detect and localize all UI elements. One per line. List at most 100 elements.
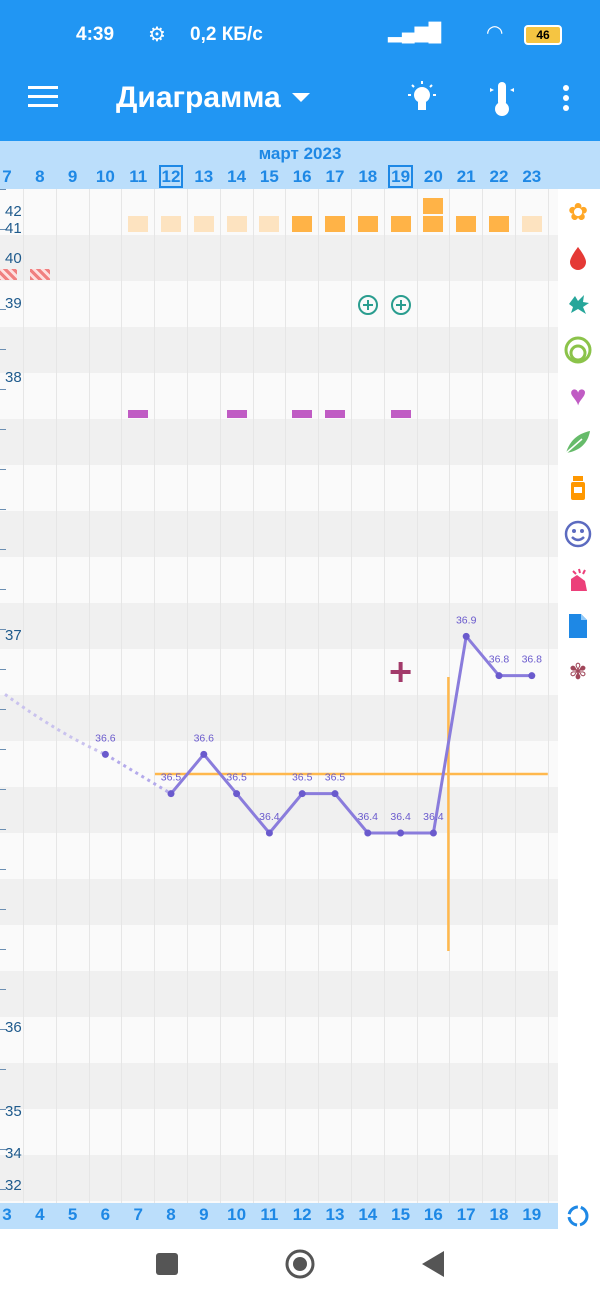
temperature-point: [528, 672, 536, 680]
app-bar: Диаграмма: [0, 56, 600, 141]
cycle-day-label: 6: [100, 1205, 111, 1224]
temperature-label: 36.8: [522, 654, 543, 666]
temperature-point: [233, 790, 241, 798]
temperature-label: 36.4: [423, 811, 444, 823]
splash-icon[interactable]: [563, 289, 593, 319]
settings-gear-icon: ⚙: [148, 24, 166, 46]
temperature-label: 36.5: [292, 772, 313, 784]
date-text: 22: [489, 167, 509, 186]
date-text: 23: [522, 167, 542, 186]
date-label[interactable]: 8: [23, 167, 56, 187]
temperature-point: [101, 750, 109, 758]
month-header: март 2023 7 8 9 10 11 12 13 14 15 16 17 18 19 20 21 22 2…: [0, 141, 600, 189]
blood-drop-icon[interactable]: [563, 243, 593, 273]
temperature-point: [167, 790, 175, 798]
date-label[interactable]: 12: [155, 165, 188, 188]
date-text: 7: [2, 167, 12, 186]
cycle-day-label: 18: [489, 1205, 509, 1224]
temperature-point: [495, 672, 503, 680]
date-label[interactable]: 15: [253, 167, 286, 187]
medicine-bottle-icon[interactable]: [563, 473, 593, 503]
cycle-day-label: 5: [67, 1205, 78, 1224]
temperature-point: [364, 829, 372, 837]
cycle-day-label: 7: [133, 1205, 143, 1224]
date-label[interactable]: 10: [89, 167, 122, 187]
cycle-day-label: 16: [423, 1205, 443, 1224]
temperature-point: [462, 632, 470, 640]
cycle-day-label: 17: [456, 1205, 476, 1224]
temperature-label: 36.5: [226, 772, 247, 784]
wifi-icon: ◠: [486, 22, 504, 44]
lightbulb-icon[interactable]: [404, 80, 440, 116]
leaf-icon[interactable]: [563, 427, 593, 457]
temperature-point: [429, 829, 437, 837]
cycle-day-label: 19: [522, 1205, 542, 1224]
date-label[interactable]: 9: [56, 167, 89, 187]
hand-pain-icon[interactable]: [563, 565, 593, 595]
page-title[interactable]: Диаграмма: [116, 81, 281, 115]
cycle-day-label: 13: [325, 1205, 345, 1224]
date-label[interactable]: 18: [351, 167, 384, 187]
flower-check-icon[interactable]: ✾: [563, 657, 593, 687]
temperature-label: 36.5: [161, 772, 182, 784]
date-label[interactable]: 20: [417, 167, 450, 187]
chart-area[interactable]: 42 41 40 39 38 37 36 35 34 32 36.6 36.5 36…: [0, 189, 558, 1203]
date-label[interactable]: 16: [286, 167, 319, 187]
date-label[interactable]: 17: [319, 167, 352, 187]
temperature-label: 36.6: [194, 732, 215, 744]
refresh-icon[interactable]: [563, 1201, 593, 1231]
date-label[interactable]: 14: [220, 167, 253, 187]
back-button[interactable]: [422, 1251, 444, 1277]
date-text: 11: [129, 167, 148, 186]
date-label[interactable]: 21: [450, 167, 483, 187]
date-text: 19: [388, 165, 414, 188]
temperature-point: [331, 790, 339, 798]
date-text: 18: [358, 167, 378, 186]
cycle-day-label: 3: [2, 1205, 12, 1224]
date-label[interactable]: 22: [483, 167, 516, 187]
date-text: 10: [95, 167, 115, 186]
temperature-label: 36.4: [358, 811, 379, 823]
cycle-day-label: 15: [391, 1205, 411, 1224]
note-document-icon[interactable]: [563, 611, 593, 641]
temperature-chart: 36.6 36.5 36.6 36.5 36.4 36.5 36.5 36.4 36.4 36.4…: [4, 614, 548, 951]
status-bar: 4:39 ⚙ 0,2 КБ/с ▂▄▆█ ◠ 46: [0, 0, 600, 56]
cycle-day-label: 4: [35, 1205, 45, 1224]
dropdown-arrow-icon[interactable]: [292, 93, 310, 103]
date-label[interactable]: 11: [122, 167, 155, 187]
recent-apps-button[interactable]: [156, 1253, 178, 1275]
battery-level: 46: [536, 28, 550, 42]
date-text: 13: [194, 167, 214, 186]
temperature-point: [265, 829, 273, 837]
temperature-line: [169, 632, 532, 836]
date-label[interactable]: 13: [187, 167, 220, 187]
date-text: 12: [158, 165, 184, 188]
temperature-point: [200, 750, 208, 758]
heart-icon[interactable]: ♥: [563, 380, 593, 411]
date-text: 21: [456, 167, 476, 186]
temperature-point: [298, 790, 306, 798]
status-speed: 0,2 КБ/с: [190, 24, 263, 45]
temperature-label: 36.9: [456, 614, 477, 626]
menu-icon[interactable]: [28, 85, 58, 109]
cycle-day-label: 9: [199, 1205, 209, 1224]
date-label[interactable]: 19: [384, 165, 417, 188]
sun-flower-icon[interactable]: ✿: [563, 197, 593, 227]
date-label[interactable]: 7: [0, 167, 24, 187]
cervix-rings-icon[interactable]: [563, 335, 593, 365]
thermometer-icon[interactable]: [488, 80, 516, 118]
cycle-days-row: 3 4 5 6 7 8 9 10 11 12 13 14 15 16 17 18 19: [0, 1203, 558, 1229]
date-text: 17: [325, 167, 345, 186]
date-label[interactable]: 23: [515, 167, 548, 187]
cycle-day-label: 11: [260, 1205, 279, 1224]
temperature-label: 36.8: [489, 654, 510, 666]
cycle-day-label: 10: [227, 1205, 247, 1224]
date-text: 14: [227, 167, 247, 186]
date-text: 15: [259, 167, 279, 186]
smiley-icon[interactable]: [563, 519, 593, 549]
more-vert-icon[interactable]: [562, 85, 570, 111]
temperature-label: 36.4: [259, 811, 280, 823]
date-text: 9: [67, 167, 78, 186]
cycle-day-label: 14: [358, 1205, 378, 1224]
home-button[interactable]: [284, 1248, 316, 1280]
